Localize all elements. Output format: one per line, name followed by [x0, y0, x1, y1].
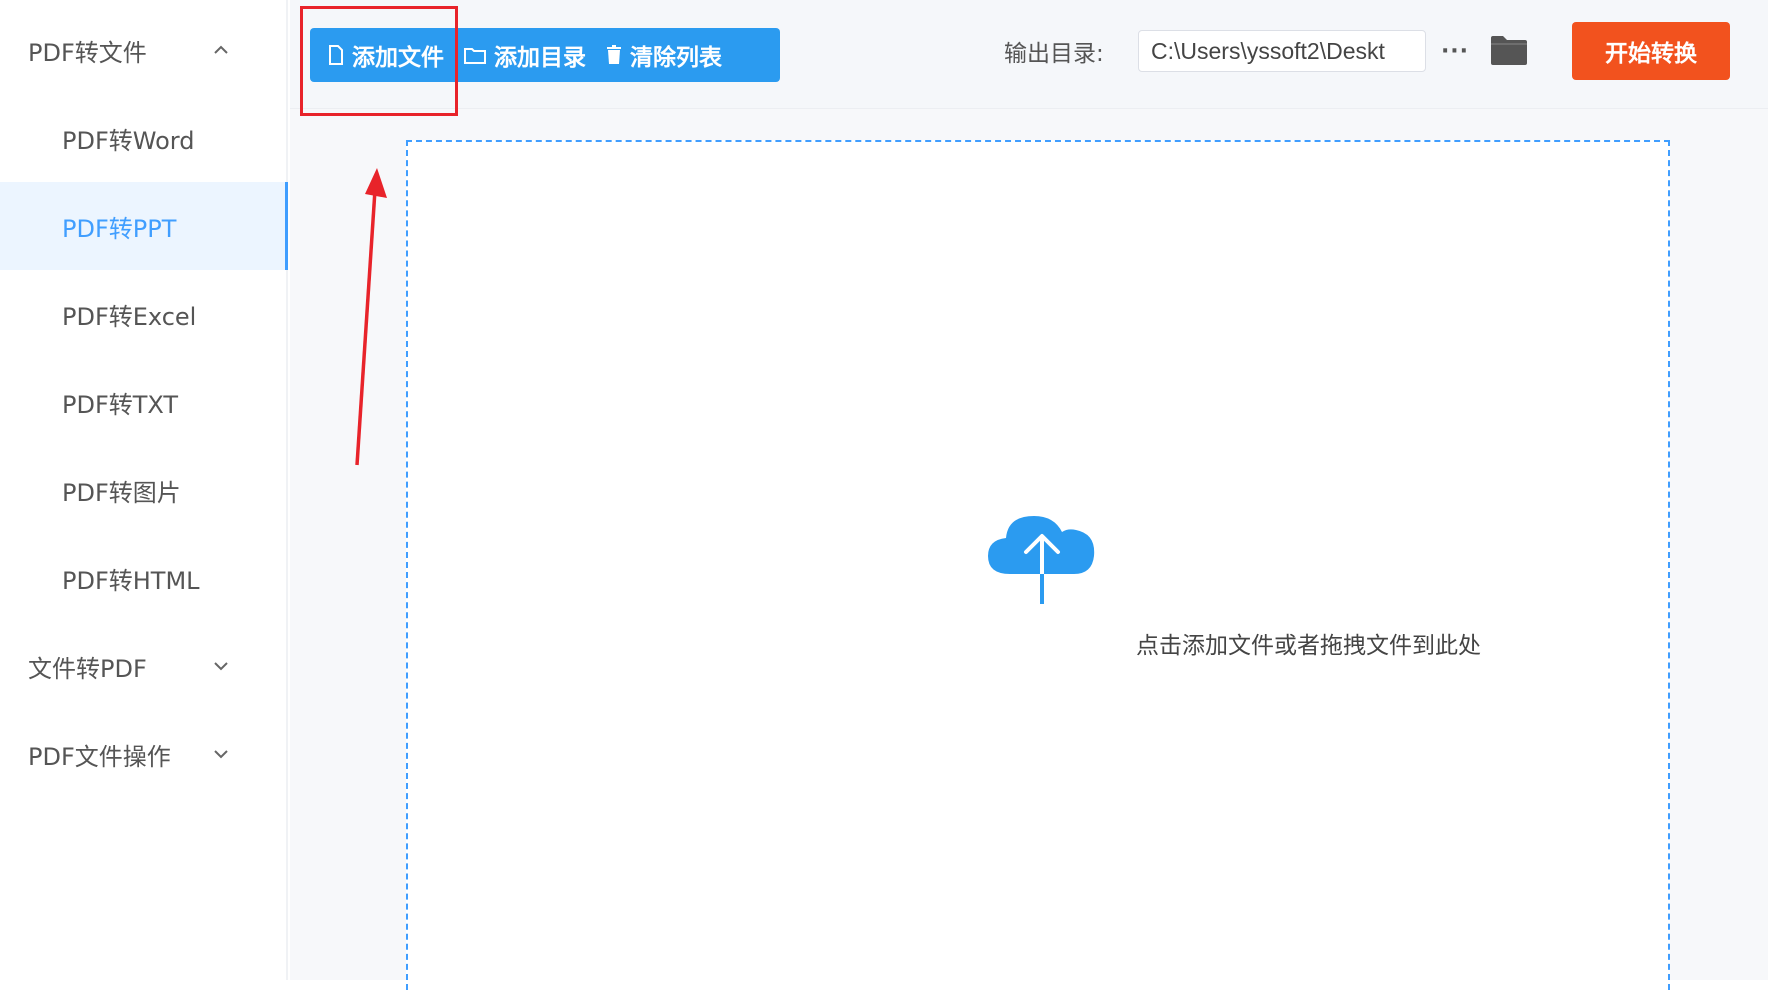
trash-icon	[607, 45, 621, 64]
file-button-group: 添加文件 添加目录 清除列表	[310, 28, 780, 82]
chevron-up-icon	[210, 39, 232, 61]
sidebar-item-pdf-to-html[interactable]: PDF转HTML	[0, 534, 288, 622]
sidebar: PDF转文件 PDF转Word PDF转PPT PDF转Excel PDF转TX…	[0, 0, 288, 980]
folder-icon	[1491, 36, 1527, 65]
sidebar-group-label: 文件转PDF	[28, 654, 147, 683]
sidebar-item-pdf-to-txt[interactable]: PDF转TXT	[0, 358, 288, 446]
main-panel: 添加文件 添加目录 清除列表 输出目录: ··· 开始转换	[290, 0, 1768, 990]
output-directory-label: 输出目录:	[1004, 41, 1104, 67]
sidebar-group-pdf-operations[interactable]: PDF文件操作	[0, 710, 288, 798]
folder-outline-icon	[464, 48, 486, 64]
file-icon	[329, 45, 343, 65]
sidebar-group-pdf-to-file[interactable]: PDF转文件	[0, 6, 288, 94]
add-directory-button[interactable]: 添加目录	[454, 28, 596, 82]
sidebar-group-label: PDF文件操作	[28, 742, 171, 771]
chevron-down-icon	[210, 743, 232, 765]
drop-zone-hint: 点击添加文件或者拖拽文件到此处	[1136, 633, 1481, 659]
more-dots-icon: ···	[1440, 38, 1470, 64]
clear-list-label: 清除列表	[630, 45, 722, 71]
clear-list-button[interactable]: 清除列表	[596, 28, 732, 82]
sidebar-item-label: PDF转Excel	[62, 302, 197, 331]
more-options-button[interactable]: ···	[1440, 38, 1470, 64]
toolbar: 添加文件 添加目录 清除列表 输出目录: ··· 开始转换	[290, 0, 1768, 109]
sidebar-group-label: PDF转文件	[28, 38, 147, 67]
chevron-down-icon	[210, 655, 232, 677]
cloud-upload-icon	[988, 516, 1095, 604]
sidebar-item-label: PDF转图片	[62, 478, 181, 507]
sidebar-item-label: PDF转PPT	[62, 214, 177, 243]
add-file-label: 添加文件	[352, 45, 444, 71]
open-folder-button[interactable]	[1490, 34, 1528, 66]
output-directory-input[interactable]	[1138, 30, 1426, 72]
add-file-button[interactable]: 添加文件	[310, 28, 454, 82]
sidebar-item-label: PDF转TXT	[62, 390, 179, 419]
start-convert-label: 开始转换	[1605, 41, 1697, 67]
sidebar-item-label: PDF转HTML	[62, 566, 200, 595]
sidebar-group-file-to-pdf[interactable]: 文件转PDF	[0, 622, 288, 710]
add-directory-label: 添加目录	[494, 45, 586, 71]
sidebar-item-pdf-to-excel[interactable]: PDF转Excel	[0, 270, 288, 358]
sidebar-item-pdf-to-word[interactable]: PDF转Word	[0, 94, 288, 182]
start-convert-button[interactable]: 开始转换	[1572, 22, 1730, 80]
sidebar-item-pdf-to-image[interactable]: PDF转图片	[0, 446, 288, 534]
sidebar-item-label: PDF转Word	[62, 126, 195, 155]
sidebar-item-pdf-to-ppt[interactable]: PDF转PPT	[0, 182, 288, 270]
